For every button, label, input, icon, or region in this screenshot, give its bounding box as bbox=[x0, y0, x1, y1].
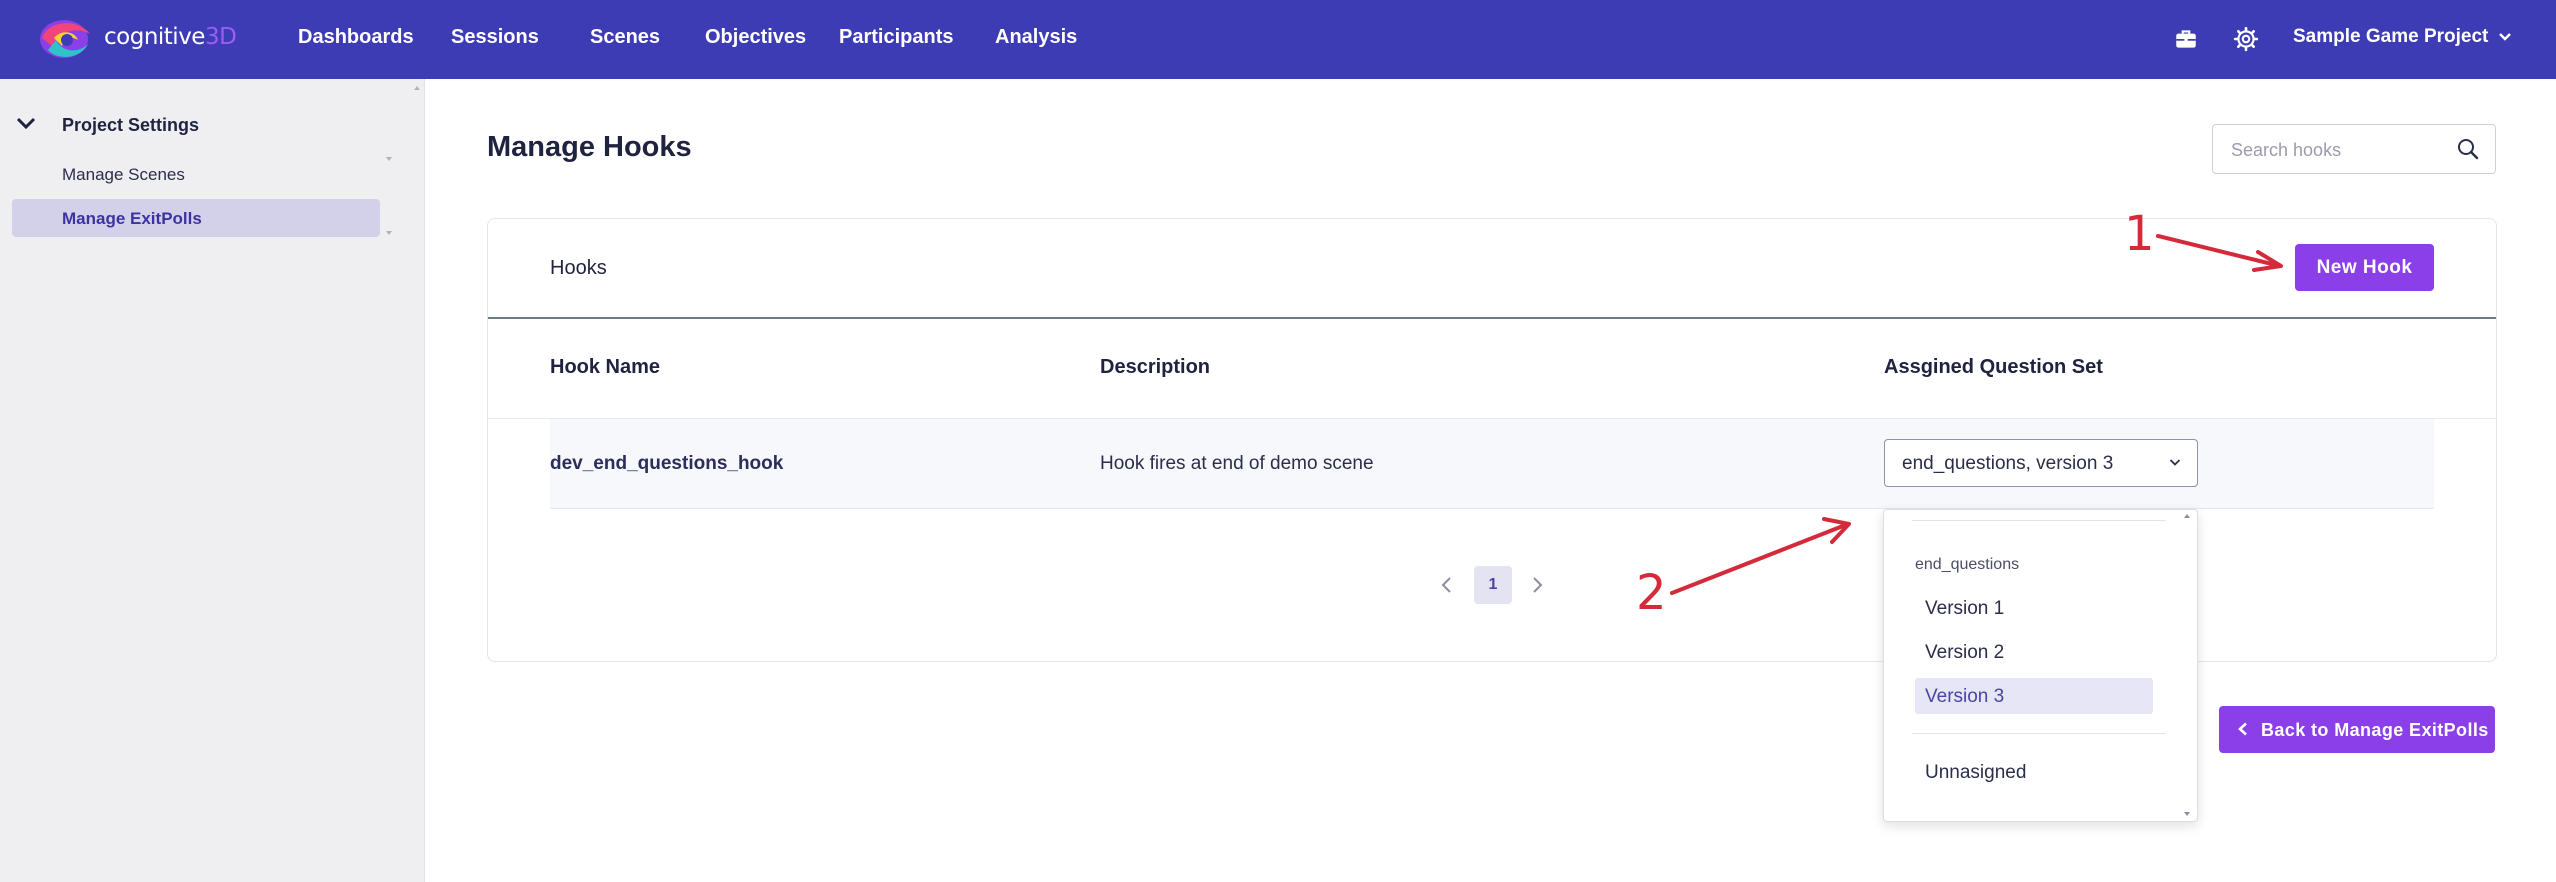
question-set-dropdown-menu[interactable]: end_questions Version 1 Version 2 Versio… bbox=[1883, 509, 2198, 822]
hook-description: Hook fires at end of demo scene bbox=[1100, 453, 1374, 474]
nav-dashboards[interactable]: Dashboards bbox=[298, 26, 414, 49]
table-row[interactable]: dev_end_questions_hook Hook fires at end… bbox=[550, 419, 2434, 509]
sidebar-section-project-settings[interactable]: Project Settings bbox=[16, 114, 396, 138]
dropdown-divider bbox=[1912, 733, 2166, 734]
scroll-up-icon[interactable] bbox=[2183, 513, 2191, 519]
dropdown-option-version-2[interactable]: Version 2 bbox=[1915, 634, 2153, 670]
search-icon[interactable] bbox=[2457, 138, 2479, 160]
scroll-down-icon[interactable] bbox=[385, 230, 393, 236]
dropdown-option-version-3[interactable]: Version 3 bbox=[1915, 678, 2153, 714]
briefcase-icon[interactable] bbox=[2173, 26, 2199, 52]
dropdown-group-label: end_questions bbox=[1915, 556, 2020, 573]
nav-objectives[interactable]: Objectives bbox=[705, 26, 806, 49]
chevron-down-icon bbox=[2169, 459, 2181, 466]
hook-name[interactable]: dev_end_questions_hook bbox=[550, 453, 783, 475]
dropdown-option-version-1[interactable]: Version 1 bbox=[1915, 590, 2153, 626]
search-box[interactable] bbox=[2212, 124, 2496, 174]
nav-analysis[interactable]: Analysis bbox=[995, 26, 1077, 49]
gear-icon[interactable] bbox=[2233, 26, 2259, 52]
back-button-label: Back to Manage ExitPolls bbox=[2261, 720, 2489, 740]
chevron-right-icon[interactable] bbox=[1525, 573, 1549, 597]
scroll-up-icon[interactable] bbox=[413, 85, 421, 91]
cognitive3d-logo-icon[interactable] bbox=[34, 16, 98, 62]
dropdown-option-unassigned[interactable]: Unnasigned bbox=[1915, 754, 2153, 790]
sidebar-item-manage-scenes[interactable]: Manage Scenes bbox=[12, 155, 380, 193]
sidebar-section-label: Project Settings bbox=[62, 115, 200, 135]
annotation-label-2: 2 bbox=[1636, 565, 1667, 621]
nav-sessions[interactable]: Sessions bbox=[451, 26, 539, 49]
card-title: Hooks bbox=[550, 257, 607, 279]
question-set-select[interactable]: end_questions, version 3 bbox=[1884, 439, 2198, 487]
question-set-value: end_questions, version 3 bbox=[1902, 453, 2114, 474]
dropdown-divider bbox=[1912, 520, 2166, 521]
brand-name[interactable]: cognitive3D bbox=[104, 24, 237, 50]
nav-participants[interactable]: Participants bbox=[839, 26, 953, 49]
pagination-page-1[interactable]: 1 bbox=[1474, 566, 1512, 604]
search-input[interactable] bbox=[2229, 135, 2453, 165]
back-to-manage-exitpolls-button[interactable]: Back to Manage ExitPolls bbox=[2219, 706, 2495, 753]
chevron-down-icon bbox=[2499, 33, 2512, 41]
card-divider bbox=[488, 317, 2496, 319]
column-header-hook-name: Hook Name bbox=[550, 356, 661, 378]
annotation-label-1: 1 bbox=[2124, 206, 2155, 262]
nav-scenes[interactable]: Scenes bbox=[590, 26, 660, 49]
sidebar-item-label: Manage ExitPolls bbox=[62, 209, 202, 228]
new-hook-button[interactable]: New Hook bbox=[2295, 244, 2434, 291]
scroll-down-icon[interactable] bbox=[385, 156, 393, 162]
chevron-down-icon bbox=[16, 117, 36, 130]
project-selector[interactable]: Sample Game Project bbox=[2293, 26, 2512, 48]
top-navigation-bar: cognitive3D Dashboards Sessions Scenes O… bbox=[0, 0, 2556, 79]
page-title: Manage Hooks bbox=[487, 131, 692, 163]
column-header-question-set: Assgined Question Set bbox=[1884, 356, 2103, 378]
sidebar-item-manage-exitpolls[interactable]: Manage ExitPolls bbox=[12, 199, 380, 237]
sidebar-item-label: Manage Scenes bbox=[62, 165, 185, 184]
column-header-description: Description bbox=[1100, 356, 1211, 378]
scroll-down-icon[interactable] bbox=[2183, 811, 2191, 817]
chevron-left-icon bbox=[2238, 722, 2247, 736]
chevron-left-icon[interactable] bbox=[1435, 573, 1459, 597]
